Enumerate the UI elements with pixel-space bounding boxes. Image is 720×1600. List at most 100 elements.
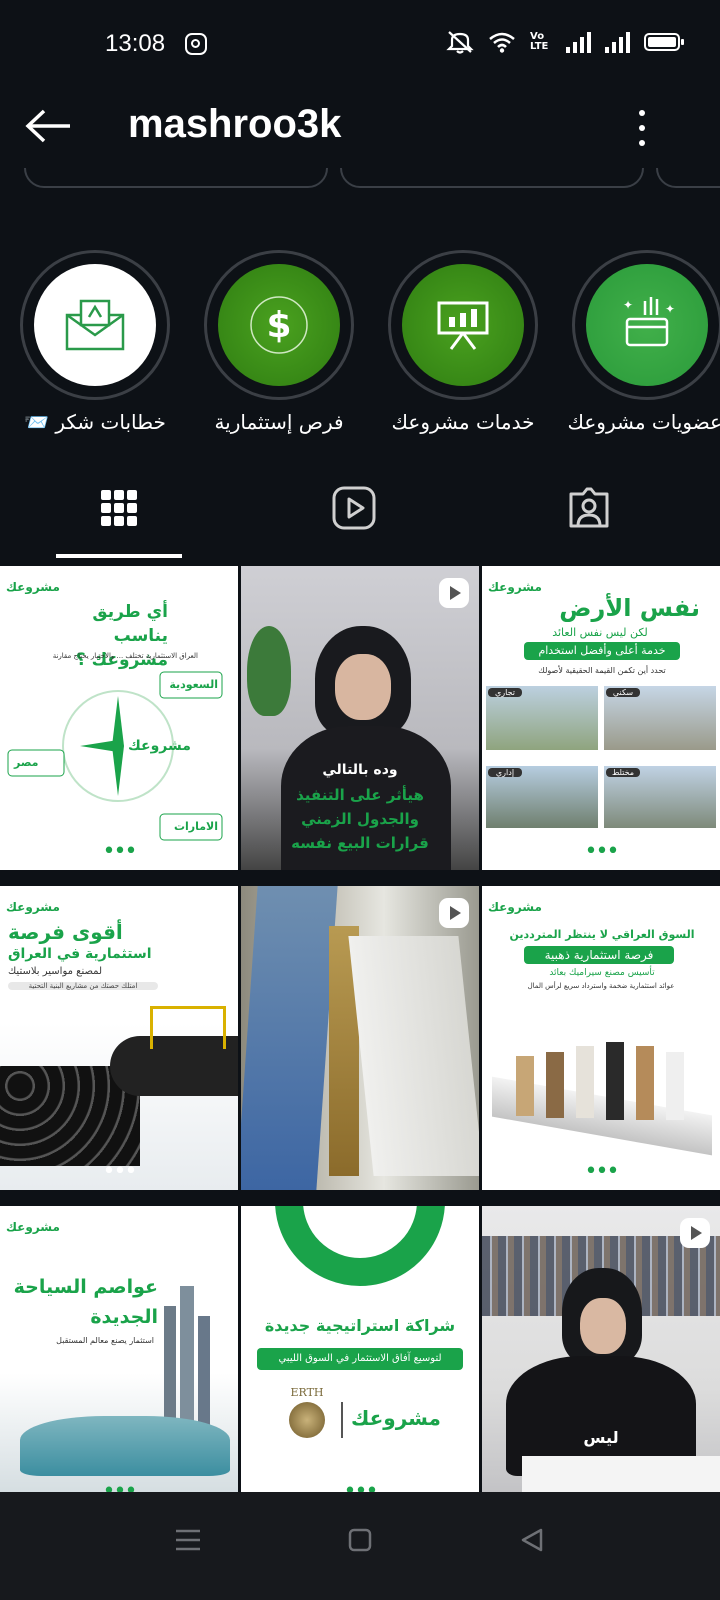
tile-sample: [576, 1046, 594, 1118]
reel-caption-line: ليس: [583, 1428, 619, 1447]
post-pill: امتلك حصتك من مشاريع البنية التحتية: [8, 982, 158, 990]
brand-logo: مشروعك: [6, 900, 60, 914]
presentation-chart-icon: [437, 301, 489, 350]
partner-emblem: [289, 1402, 325, 1438]
tab-reels[interactable]: [330, 484, 378, 532]
highlight-investment-opportunities[interactable]: $ فرص إستثمارية: [204, 250, 354, 434]
membership-card-icon: ✦ ✦: [623, 297, 675, 347]
brand-dots: •••: [102, 1159, 138, 1184]
reel-tile[interactable]: ليس: [482, 1206, 720, 1510]
svg-text:✦: ✦: [623, 298, 633, 312]
center-logo: مشروعك: [128, 738, 191, 754]
reel-caption-line: وده بالتالي: [322, 762, 398, 778]
highlight-services[interactable]: خدمات مشروعك: [388, 250, 538, 434]
system-nav-bar: [0, 1492, 720, 1600]
tag-residential: سكني: [606, 688, 640, 697]
tab-grid[interactable]: [95, 484, 143, 532]
highlight-thanks-letters[interactable]: خطابات شكر 📨: [20, 250, 170, 434]
back-arrow-icon[interactable]: [24, 108, 74, 144]
highlight-label: خدمات مشروعك: [391, 410, 535, 434]
brand-logo: مشروعك: [6, 1220, 60, 1234]
label-uae: الامارات: [173, 820, 218, 833]
status-bar: 13:08 Vo LTE: [0, 0, 720, 90]
conveyor-belt: [241, 886, 338, 1190]
action-button[interactable]: [656, 168, 720, 188]
reel-icon: [439, 898, 469, 928]
brand-logo: مشروعك: [488, 900, 542, 914]
post-subtitle: استثمارية في العراق: [8, 946, 152, 962]
highlight-label: خطابات شكر 📨: [24, 410, 166, 434]
tile-sample: [666, 1052, 684, 1120]
wifi-icon: [489, 32, 515, 53]
reels-icon: [332, 486, 376, 530]
svg-text:$: $: [266, 305, 291, 346]
post-tile[interactable]: شراكة استراتيجية جديدة لتوسيع آفاق الاست…: [241, 1206, 479, 1510]
label-egypt: مصر: [14, 756, 39, 769]
label-saudi: السعودية: [169, 678, 218, 691]
tab-tagged[interactable]: [565, 484, 613, 532]
post-title: أقوى فرصة: [8, 920, 123, 944]
profile-action-buttons: [0, 168, 720, 198]
more-options-icon[interactable]: [636, 110, 648, 146]
battery-icon: [644, 33, 684, 51]
action-button[interactable]: [24, 168, 328, 188]
tile-sample: [606, 1042, 624, 1120]
post-title: نفس الأرض: [559, 594, 700, 622]
post-pill: فرصة استثمارية ذهبية: [524, 946, 674, 964]
tile-sample: [516, 1056, 534, 1116]
divider: [341, 1402, 343, 1438]
post-title: السوق العراقي لا ينتظر المترددين: [509, 928, 695, 941]
back-nav-icon[interactable]: [520, 1528, 544, 1552]
highlight-memberships[interactable]: ✦ ✦ عضويات مشروعك: [567, 250, 720, 434]
svg-text:✦: ✦: [665, 302, 675, 316]
profile-username: mashroo3k: [128, 102, 342, 146]
recent-apps-icon[interactable]: [175, 1528, 201, 1552]
post-tile[interactable]: مشروعك أقوى فرصة استثمارية في العراق لمص…: [0, 886, 238, 1190]
signal-icon-2: [605, 31, 630, 53]
action-button[interactable]: [340, 168, 644, 188]
highlight-label: فرص إستثمارية: [214, 410, 344, 434]
instagram-notification-icon: [185, 33, 207, 55]
mute-icon: [446, 31, 474, 54]
home-icon[interactable]: [348, 1528, 372, 1552]
tag-commercial: تجاري: [488, 688, 522, 697]
tagged-person-icon: [569, 487, 609, 528]
post-tile[interactable]: مشروعك السوق العراقي لا ينتظر المترددين …: [482, 886, 720, 1190]
post-tile[interactable]: مشروعك أي طريق يناسب مشروعك ؟ العراق الا…: [0, 566, 238, 870]
grid-icon: [101, 490, 137, 526]
partner-logo: ERTH: [290, 1386, 324, 1399]
tag-mixed: مختلط: [606, 768, 640, 777]
brand-arc: [275, 1206, 445, 1286]
lagoon: [20, 1416, 230, 1476]
reel-caption-line: والجدول الزمني: [301, 810, 419, 828]
tower: [164, 1306, 176, 1426]
post-pill: خدمة أعلى وأفضل استخدام: [524, 642, 680, 660]
reel-icon: [439, 578, 469, 608]
post-note: تحدد أين تكمن القيمة الحقيقية لأصولك: [538, 666, 666, 675]
tower: [198, 1316, 210, 1426]
plant-leaf: [247, 626, 291, 716]
reel-caption-line: قرارات البيع نفسه: [291, 834, 429, 852]
reel-tile[interactable]: [241, 886, 479, 1190]
reel-caption-line: هيأثر على التنفيذ: [296, 786, 424, 804]
post-pill: لتوسيع آفاق الاستثمار في السوق الليبي: [257, 1348, 463, 1370]
brand-dots: •••: [584, 839, 620, 864]
reel-tile[interactable]: وده بالتالي هيأثر على التنفيذ والجدول ال…: [241, 566, 479, 870]
post-subtitle: لكن ليس نفس العائد: [552, 626, 648, 639]
post-tile[interactable]: مشروعك نفس الأرض لكن ليس نفس العائد خدمة…: [482, 566, 720, 870]
tag-administrative: إداري: [488, 768, 522, 777]
brand-dots: •••: [584, 1159, 620, 1184]
post-note: عوائد استثمارية ضخمة واسترداد سريع لرأس …: [527, 982, 675, 990]
post-tile[interactable]: مشروعك عواصم السياحة الجديدة استثمار يصن…: [0, 1206, 238, 1510]
volte-label: Vo LTE: [530, 31, 549, 52]
reel-icon: [680, 1218, 710, 1248]
post-title: عواصم السياحة الجديدة: [13, 1276, 158, 1328]
dollar-icon: $: [250, 296, 308, 354]
highlight-label: عضويات مشروعك: [567, 410, 720, 434]
post-subtitle: تأسيس مصنع سيراميك بعائد: [549, 968, 655, 978]
status-icons: Vo LTE: [446, 30, 684, 54]
post-note: استثمار يصنع معالم المستقبل: [56, 1336, 154, 1345]
tile-sample: [546, 1052, 564, 1118]
brand-logo: مشروعك: [488, 580, 542, 594]
envelope-icon: [65, 299, 125, 351]
